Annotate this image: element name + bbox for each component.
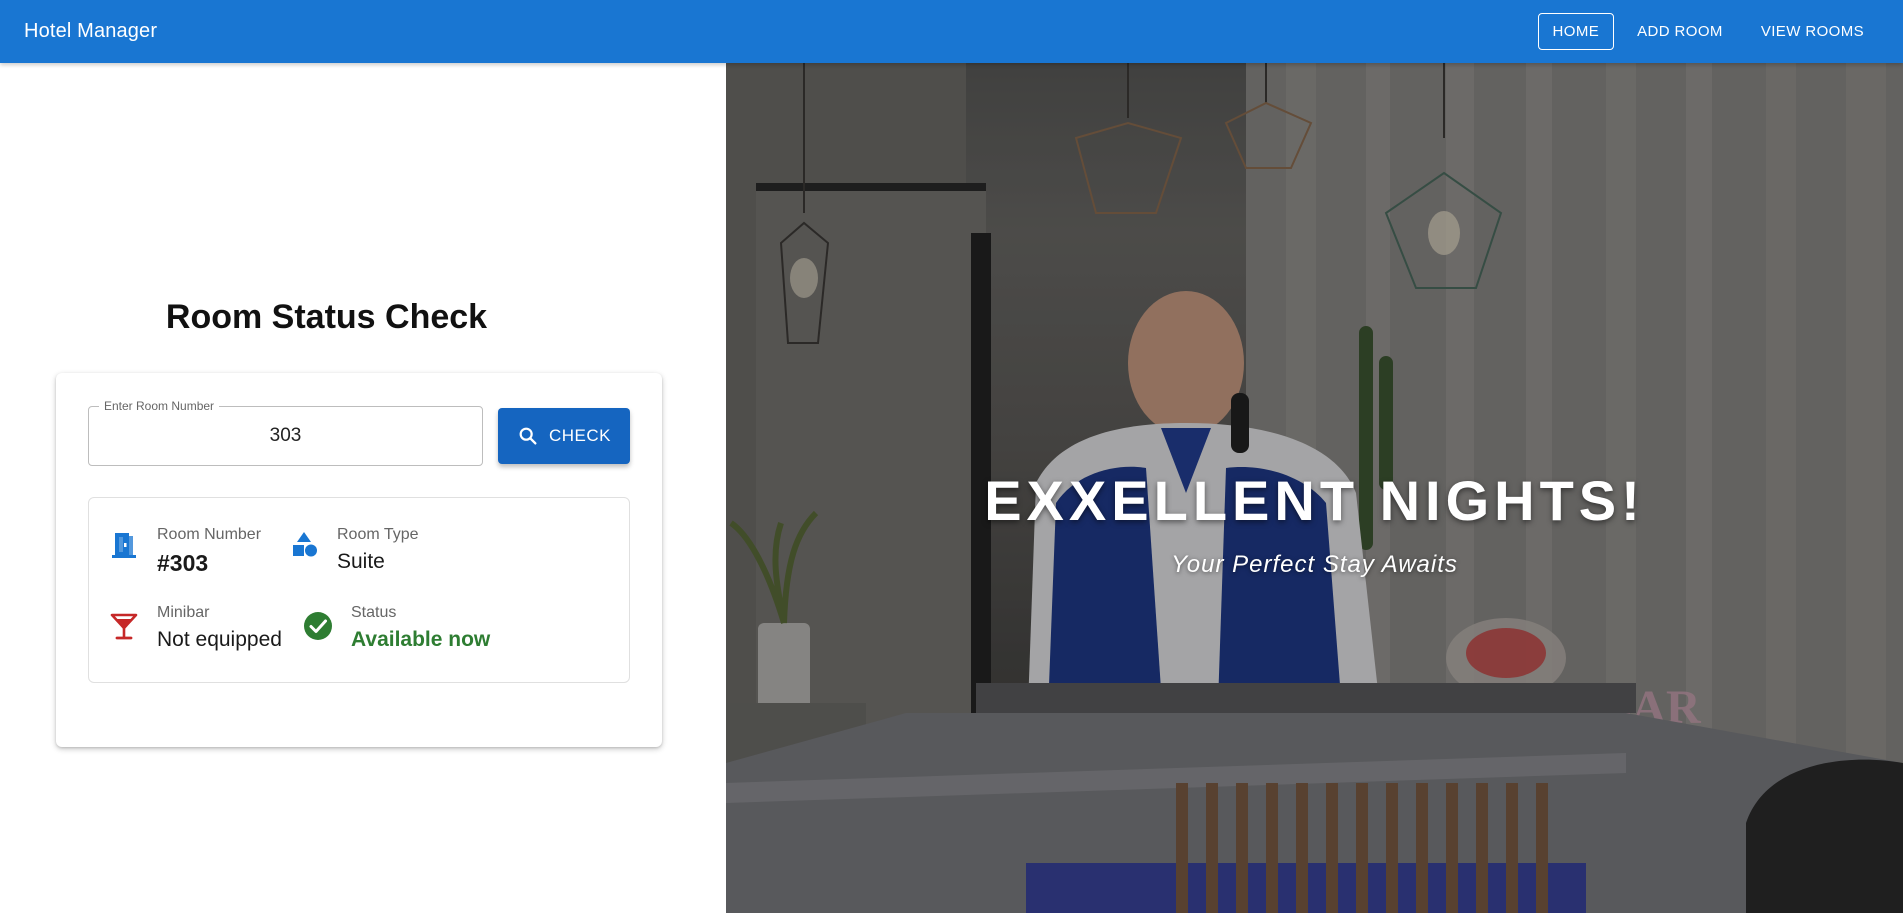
status-value: Available now xyxy=(351,628,491,651)
app-title: Hotel Manager xyxy=(24,20,158,42)
hero-banner: CANDYBAR EXXELLENT NIGHTS! Your Perfect … xyxy=(726,63,1903,913)
nav-view-rooms-button[interactable]: VIEW ROOMS xyxy=(1746,13,1879,50)
shapes-icon xyxy=(293,532,317,557)
search-icon xyxy=(519,427,537,445)
room-number-item: Room Number #303 xyxy=(109,526,289,586)
nav-home-button[interactable]: HOME xyxy=(1537,13,1615,50)
room-number-field[interactable]: Enter Room Number 303 xyxy=(88,399,483,466)
room-type-value: Suite xyxy=(337,550,385,573)
minibar-label: Minibar xyxy=(157,604,210,621)
door-icon xyxy=(112,533,136,558)
room-type-label: Room Type xyxy=(337,526,419,543)
room-check-panel: Room Status Check Enter Room Number 303 … xyxy=(0,63,726,913)
app-bar: Hotel Manager HOME ADD ROOM VIEW ROOMS xyxy=(0,0,1903,63)
status-item: Status Available now xyxy=(303,604,543,664)
minibar-item: Minibar Not equipped xyxy=(109,604,309,664)
nav-add-room-button[interactable]: ADD ROOM xyxy=(1622,13,1738,50)
cocktail-icon xyxy=(110,613,138,640)
status-label: Status xyxy=(351,604,397,621)
hero-subtitle: Your Perfect Stay Awaits xyxy=(1171,551,1458,578)
room-result-box: Room Number #303 Room Type Suite Minibar… xyxy=(88,497,630,683)
minibar-value: Not equipped xyxy=(157,628,282,651)
check-circle-icon xyxy=(304,612,332,640)
check-button[interactable]: CHECK xyxy=(498,408,630,464)
room-type-item: Room Type Suite xyxy=(289,526,489,586)
room-check-card: Enter Room Number 303 CHECK Room Number xyxy=(56,373,662,747)
page-title: Room Status Check xyxy=(165,298,488,336)
room-number-input[interactable]: 303 xyxy=(89,407,482,465)
nav-menu: HOME ADD ROOM VIEW ROOMS xyxy=(1537,13,1879,50)
hero-title: EXXELLENT NIGHTS! xyxy=(984,469,1645,532)
room-number-value: #303 xyxy=(157,550,209,576)
check-button-label: CHECK xyxy=(548,426,611,445)
room-number-label: Room Number xyxy=(157,526,262,543)
